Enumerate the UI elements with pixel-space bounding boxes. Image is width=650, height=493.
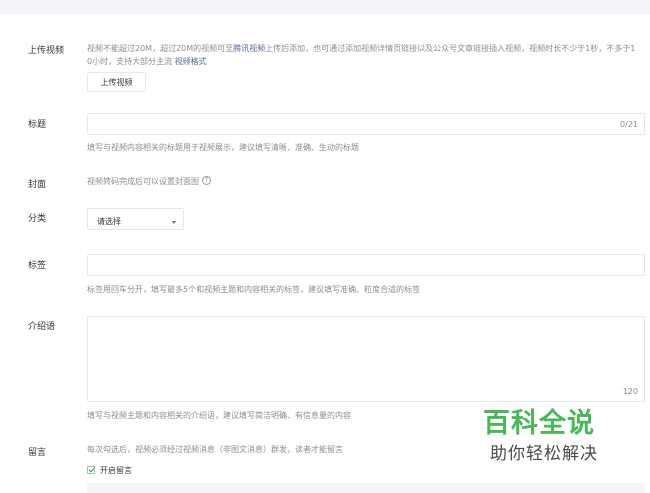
- upload-hint-text-2: 上传后添加，也可通过添加视频详情页链接以及公众号文章链接插入视频，视频时长不少于…: [265, 44, 636, 53]
- intro-label: 介绍语: [28, 322, 56, 332]
- category-label: 分类: [28, 214, 47, 224]
- tags-hint: 标签用回车分开，填写最多5个和视频主题和内容相关的标签，建议填写准确、粒度合适的…: [87, 285, 421, 294]
- upload-hint-text-3: 0小时，支持大部分主流: [87, 57, 175, 66]
- upload-hint-text-1: 视频不能超过20M，超过20M的视频可至: [87, 44, 234, 53]
- comment-hint: 每次勾选后，视频必须经过视频消息（非图文消息）群发，读者才能留言: [87, 445, 343, 454]
- title-hint: 填写与视频内容相关的标题用于视频展示，建议填写清晰、准确、生动的标题: [87, 143, 359, 152]
- title-label: 标题: [28, 120, 47, 130]
- title-char-counter: 0/21: [620, 120, 638, 129]
- chevron-down-icon: [172, 221, 176, 224]
- enable-comment-label[interactable]: 开启留言: [100, 464, 132, 477]
- help-icon[interactable]: ?: [202, 176, 211, 185]
- cover-label: 封面: [28, 180, 47, 190]
- tags-input[interactable]: [87, 254, 645, 276]
- upload-video-label: 上传视频: [28, 46, 65, 56]
- bottom-panel: [87, 483, 645, 493]
- upload-video-button[interactable]: 上传视频: [87, 72, 146, 92]
- tencent-video-link[interactable]: 腾讯视频: [233, 44, 265, 53]
- title-input[interactable]: 0/21: [87, 113, 645, 135]
- video-formats-link[interactable]: 视频格式: [175, 57, 207, 66]
- tags-label: 标签: [28, 261, 47, 271]
- intro-textarea[interactable]: 120: [87, 316, 645, 402]
- watermark-logo-title: 百科全说: [483, 408, 595, 439]
- enable-comment-checkbox[interactable]: [87, 466, 95, 474]
- watermark-logo-subtitle: 助你轻松解决: [490, 444, 598, 464]
- intro-char-counter: 120: [622, 387, 638, 396]
- cover-hint: 视频转码完成后可以设置封面图: [87, 177, 199, 186]
- category-selected-value: 请选择: [97, 217, 121, 226]
- upload-video-hint: 视频不能超过20M，超过20M的视频可至腾讯视频上传后添加，也可通过添加视频详情…: [87, 42, 647, 68]
- category-select[interactable]: 请选择: [87, 208, 184, 230]
- comment-label: 留言: [28, 448, 47, 458]
- top-bar: [0, 0, 650, 14]
- intro-hint: 填写与视频主题和内容相关的介绍语，建议填写简洁明确、有信息量的内容: [87, 411, 351, 420]
